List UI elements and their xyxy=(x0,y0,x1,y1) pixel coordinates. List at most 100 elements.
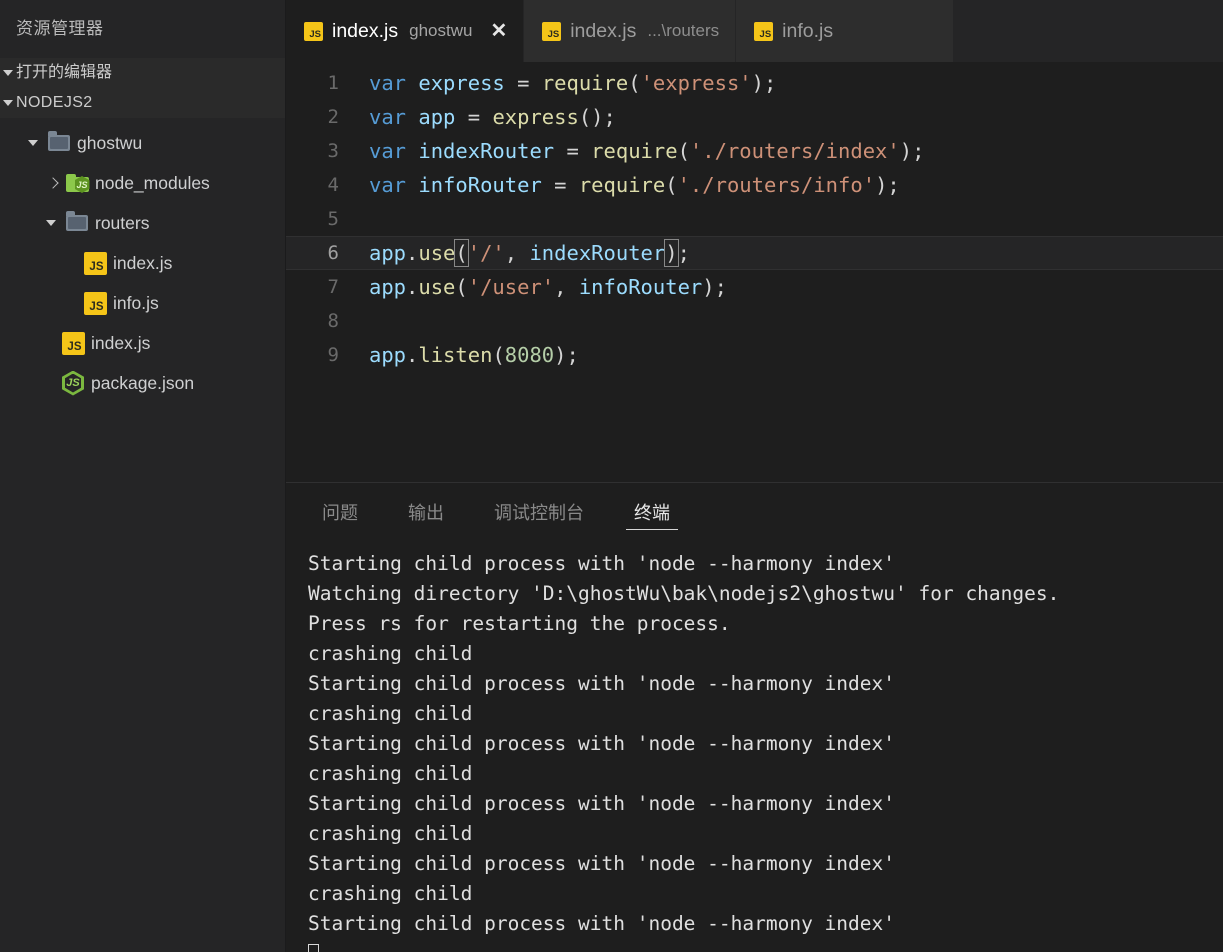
tree-item-package-json[interactable]: JS package.json xyxy=(0,363,285,403)
panel-tab-problems[interactable]: 问题 xyxy=(308,492,372,532)
code-token: use xyxy=(418,275,455,299)
vscode-window: 资源管理器 打开的编辑器 NODEJS2 ghostwu JS node_mod… xyxy=(0,0,1223,952)
tree-item-label: index.js xyxy=(110,253,172,274)
chevron-right-icon xyxy=(48,178,54,188)
code-token: ( xyxy=(678,139,690,163)
js-file-icon: JS xyxy=(80,292,110,315)
twisty-cell[interactable] xyxy=(40,220,62,226)
code-line[interactable]: 5 xyxy=(286,202,1223,236)
terminal-line: Starting child process with 'node --harm… xyxy=(308,849,1223,879)
line-text: app.use('/user', infoRouter); xyxy=(361,270,727,304)
code-token: ; xyxy=(678,241,690,265)
terminal-line: crashing child xyxy=(308,819,1223,849)
file-tree: ghostwu JS node_modules routers JS index… xyxy=(0,118,285,403)
tree-item-index-js[interactable]: JS index.js xyxy=(0,323,285,363)
terminal-line: crashing child xyxy=(308,879,1223,909)
code-token: ); xyxy=(702,275,727,299)
chevron-down-icon xyxy=(3,70,13,76)
tree-item-label: routers xyxy=(92,213,149,234)
code-line[interactable]: 6app.use('/', indexRouter); xyxy=(286,236,1223,270)
code-token: = xyxy=(542,173,579,197)
code-token: '/' xyxy=(468,241,505,265)
tree-item-label: index.js xyxy=(88,333,150,354)
code-token: ); xyxy=(752,71,777,95)
code-line[interactable]: 7app.use('/user', infoRouter); xyxy=(286,270,1223,304)
code-editor[interactable]: 1var express = require('express');2var a… xyxy=(286,62,1223,482)
panel-tab-label: 终端 xyxy=(634,499,670,525)
code-token: './routers/info' xyxy=(678,173,875,197)
code-token: ); xyxy=(900,139,925,163)
code-line[interactable]: 4var infoRouter = require('./routers/inf… xyxy=(286,168,1223,202)
code-token: use xyxy=(418,241,455,265)
chevron-down-icon xyxy=(28,140,38,146)
code-token: ( xyxy=(628,71,640,95)
section-open-editors-label: 打开的编辑器 xyxy=(16,64,112,81)
line-number: 1 xyxy=(286,66,361,100)
code-token: var xyxy=(369,139,418,163)
terminal-line: Watching directory 'D:\ghostWu\bak\nodej… xyxy=(308,579,1223,609)
bracket-match: ( xyxy=(454,239,468,267)
code-token: ( xyxy=(665,173,677,197)
tab-index-js-routers[interactable]: JS index.js ...\routers xyxy=(524,0,736,62)
twisty-cell[interactable] xyxy=(22,140,44,146)
tab-info-js[interactable]: JS info.js xyxy=(736,0,954,62)
line-number: 4 xyxy=(286,168,361,202)
code-token: indexRouter xyxy=(529,241,665,265)
code-line[interactable]: 9app.listen(8080); xyxy=(286,338,1223,372)
code-token: app xyxy=(369,275,406,299)
terminal-line: crashing child xyxy=(308,699,1223,729)
code-token: ( xyxy=(492,343,504,367)
js-file-icon: JS xyxy=(80,252,110,275)
tree-item-routers-info-js[interactable]: JS info.js xyxy=(0,283,285,323)
tab-index-js-ghostwu[interactable]: JS index.js ghostwu ✕ xyxy=(286,0,524,62)
code-token: . xyxy=(406,343,418,367)
code-line[interactable]: 2var app = express(); xyxy=(286,100,1223,134)
line-text: app.use('/', indexRouter); xyxy=(361,236,690,270)
line-text: app.listen(8080); xyxy=(361,338,579,372)
line-number: 5 xyxy=(286,202,361,236)
tree-item-label: package.json xyxy=(88,373,194,394)
js-file-icon: JS xyxy=(58,332,88,355)
section-workspace-root-label: NODEJS2 xyxy=(16,94,93,111)
bottom-panel: 问题 输出 调试控制台 终端 Starting child process wi… xyxy=(286,482,1223,952)
terminal-output[interactable]: Starting child process with 'node --harm… xyxy=(286,541,1223,952)
line-number: 6 xyxy=(286,236,361,270)
terminal-line: Press rs for restarting the process. xyxy=(308,609,1223,639)
code-line[interactable]: 1var express = require('express'); xyxy=(286,66,1223,100)
terminal-line: Starting child process with 'node --harm… xyxy=(308,909,1223,939)
tree-item-routers-index-js[interactable]: JS index.js xyxy=(0,243,285,283)
panel-tab-output[interactable]: 输出 xyxy=(394,492,458,532)
line-number: 3 xyxy=(286,134,361,168)
tree-item-label: info.js xyxy=(110,293,159,314)
tab-label: info.js xyxy=(782,20,833,43)
tree-item-ghostwu[interactable]: ghostwu xyxy=(0,123,285,163)
line-number: 8 xyxy=(286,304,361,338)
terminal-line: Starting child process with 'node --harm… xyxy=(308,789,1223,819)
tree-item-routers[interactable]: routers xyxy=(0,203,285,243)
code-token: ); xyxy=(554,343,579,367)
code-token: indexRouter xyxy=(418,139,554,163)
line-text: var app = express(); xyxy=(361,100,616,134)
terminal-line: Starting child process with 'node --harm… xyxy=(308,729,1223,759)
code-line[interactable]: 8 xyxy=(286,304,1223,338)
code-token: app xyxy=(369,241,406,265)
panel-tab-label: 问题 xyxy=(322,499,358,525)
twisty-cell[interactable] xyxy=(40,178,62,188)
explorer-sidebar: 资源管理器 打开的编辑器 NODEJS2 ghostwu JS node_mod… xyxy=(0,0,286,952)
tree-item-node_modules[interactable]: JS node_modules xyxy=(0,163,285,203)
panel-tab-terminal[interactable]: 终端 xyxy=(620,492,684,532)
close-icon[interactable]: ✕ xyxy=(490,21,507,41)
js-file-icon: JS xyxy=(542,22,561,41)
bracket-match: ) xyxy=(664,239,678,267)
code-token: express xyxy=(418,71,504,95)
section-workspace-root[interactable]: NODEJS2 xyxy=(0,88,285,118)
folder-icon xyxy=(44,135,74,151)
code-line[interactable]: 3var indexRouter = require('./routers/in… xyxy=(286,134,1223,168)
tree-item-label: ghostwu xyxy=(74,133,142,154)
node-hex-icon: JS xyxy=(58,371,88,396)
code-token: 8080 xyxy=(505,343,554,367)
code-token: app xyxy=(418,105,455,129)
code-token: ); xyxy=(875,173,900,197)
section-open-editors[interactable]: 打开的编辑器 xyxy=(0,58,285,88)
panel-tab-debug-console[interactable]: 调试控制台 xyxy=(480,492,598,532)
